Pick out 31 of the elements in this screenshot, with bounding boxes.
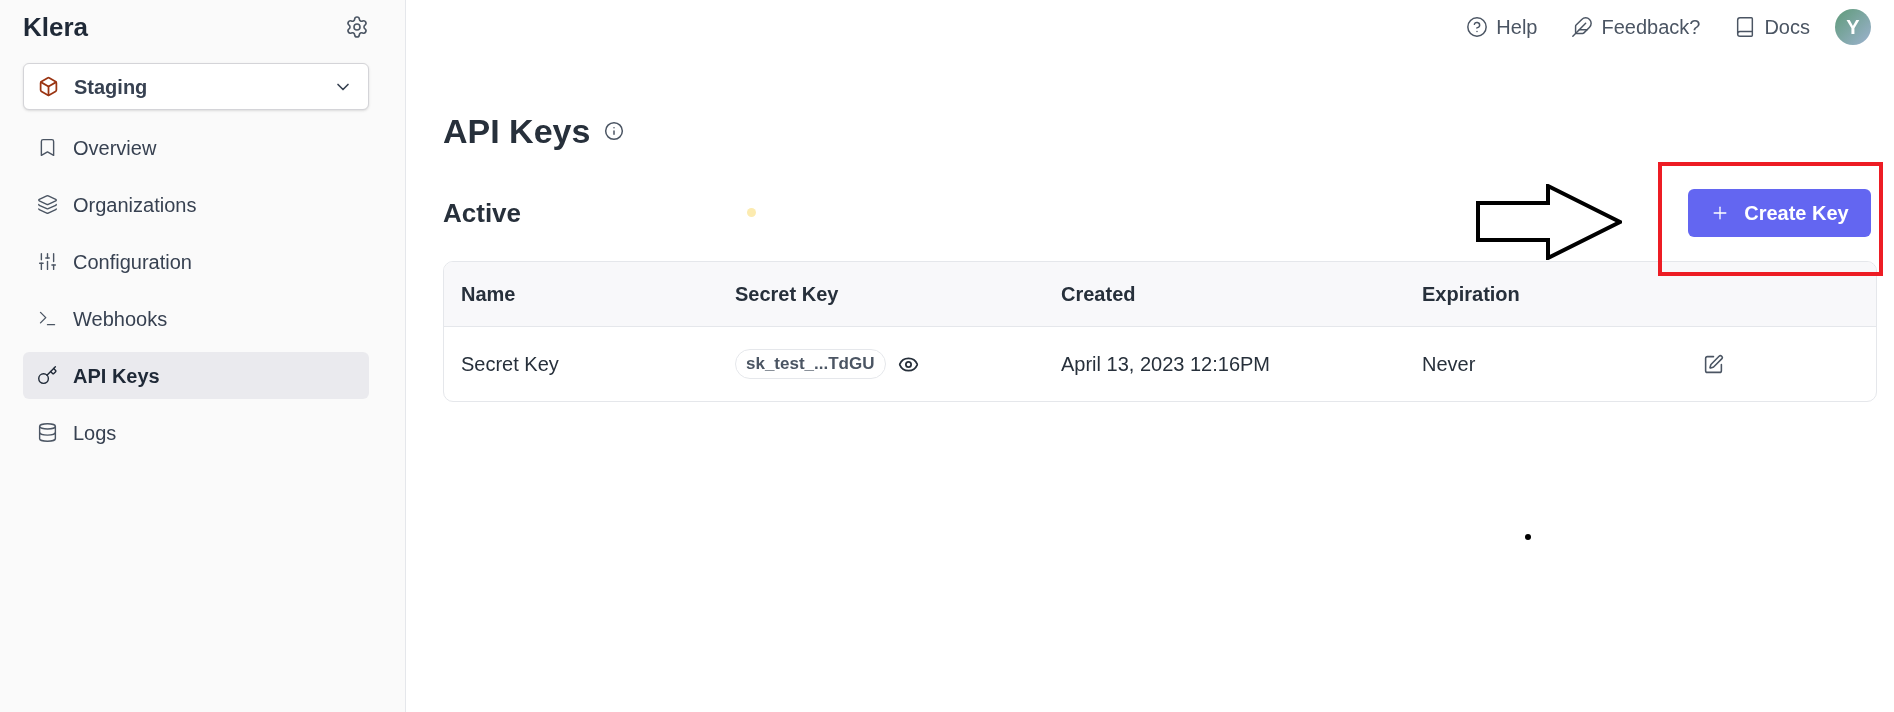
environment-select[interactable]: Staging	[23, 63, 369, 110]
table-cell-text: April 13, 2023 12:16PM	[1061, 352, 1271, 377]
key-icon	[37, 365, 58, 386]
table-cell-text: Never	[1422, 352, 1476, 377]
database-icon	[37, 422, 58, 443]
column-header: Secret Key	[735, 282, 839, 307]
column-header: Created	[1061, 282, 1136, 307]
sidebar-item[interactable]: Webhooks	[23, 295, 369, 342]
layers-icon	[37, 194, 58, 215]
feather-icon	[1571, 16, 1594, 38]
sidebar-item[interactable]: Organizations	[23, 181, 369, 228]
cube-icon	[38, 76, 59, 97]
sliders-icon	[37, 251, 58, 272]
edit-icon[interactable]	[1703, 353, 1724, 375]
column-header: Name	[461, 282, 516, 307]
header-link[interactable]: Feedback?	[1571, 12, 1701, 42]
brand-name: Klera	[23, 14, 89, 40]
section-title: Active	[443, 196, 522, 230]
info-icon[interactable]	[604, 121, 625, 141]
sidebar-item[interactable]: Logs	[23, 409, 369, 456]
sidebar-item[interactable]: API Keys	[23, 352, 369, 399]
sidebar-item[interactable]: Configuration	[23, 238, 369, 285]
help-icon	[1466, 16, 1489, 38]
page-title: API Keys	[443, 111, 591, 151]
table-cell-text: Secret Key	[461, 352, 559, 377]
sidebar-item[interactable]: Overview	[23, 124, 369, 171]
header-link[interactable]: Docs	[1734, 12, 1810, 42]
header-link[interactable]: Help	[1466, 12, 1538, 42]
settings-icon[interactable]	[345, 15, 369, 39]
create-key-button[interactable]: Create Key	[1688, 189, 1871, 237]
column-header: Expiration	[1422, 282, 1520, 307]
